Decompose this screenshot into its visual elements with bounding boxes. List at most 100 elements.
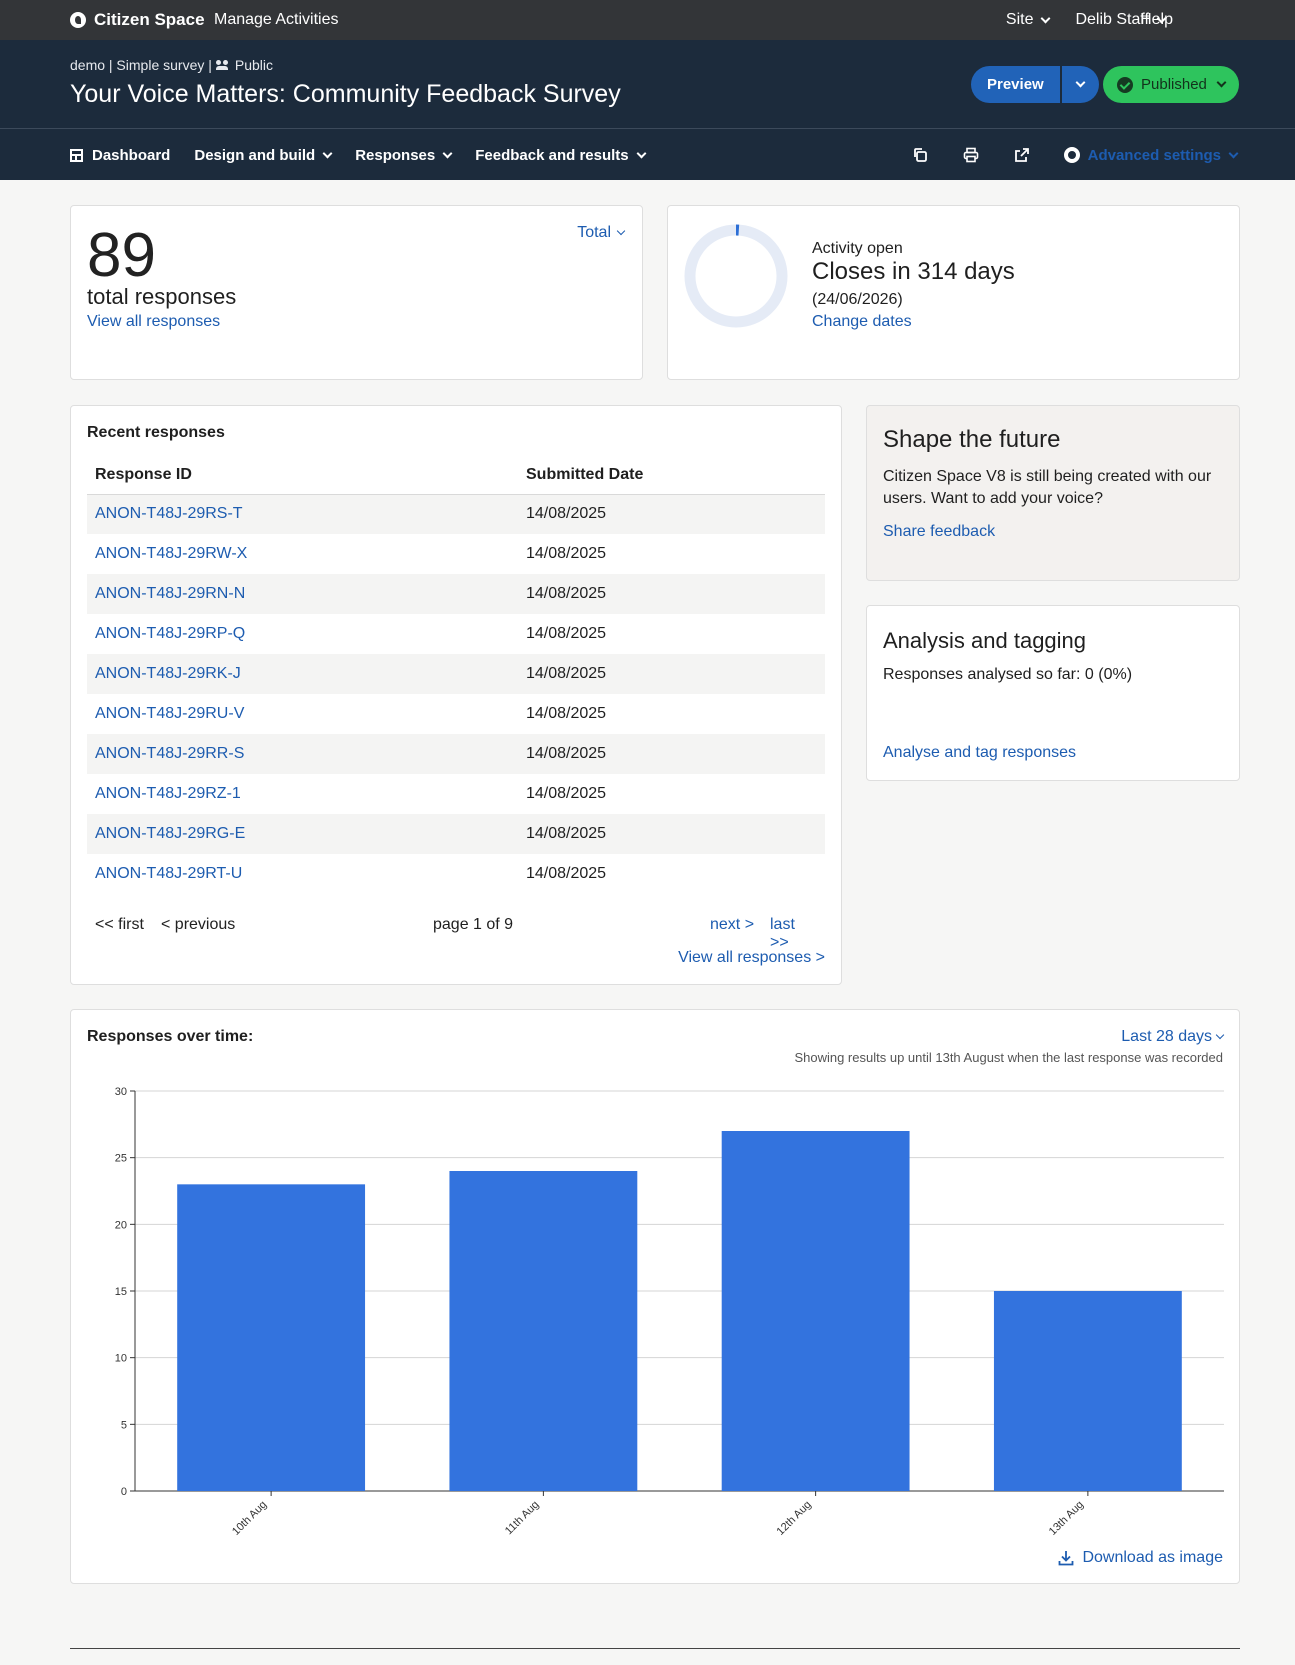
advanced-settings-menu[interactable]: Advanced settings (1063, 146, 1239, 164)
external-link-icon[interactable] (1014, 147, 1030, 163)
site-menu[interactable]: Site (1006, 11, 1051, 29)
chevron-down-icon (1216, 77, 1227, 88)
brand-logo[interactable]: Citizen Space (70, 0, 205, 40)
chart-note: Showing results up until 13th August whe… (794, 1050, 1223, 1065)
print-icon[interactable] (963, 147, 979, 163)
preview-button[interactable]: Preview (971, 66, 1060, 103)
close-date: (24/06/2026) (812, 291, 903, 308)
tab-feedback-label: Feedback and results (475, 146, 629, 164)
response-id-cell: ANON-T48J-29RU-V (87, 694, 518, 734)
y-tick-label: 5 (121, 1419, 127, 1431)
chevron-down-icon (616, 226, 626, 236)
advanced-settings-label: Advanced settings (1087, 146, 1221, 164)
submitted-date-cell: 14/08/2025 (526, 865, 607, 882)
page-title: Your Voice Matters: Community Feedback S… (70, 80, 621, 108)
table-row: ANON-T48J-29RN-N 14/08/2025 (87, 574, 825, 614)
response-id-link[interactable]: ANON-T48J-29RG-E (95, 825, 245, 842)
recent-responses-title: Recent responses (87, 424, 225, 441)
total-label: total responses (87, 284, 237, 309)
preview-dropdown-button[interactable] (1061, 66, 1099, 103)
table-row: ANON-T48J-29RP-Q 14/08/2025 (87, 614, 825, 654)
view-all-responses-link[interactable]: View all responses (87, 313, 220, 331)
bar (721, 1131, 910, 1491)
response-id-cell: ANON-T48J-29RZ-1 (87, 774, 518, 814)
response-id-link[interactable]: ANON-T48J-29RP-Q (95, 625, 245, 642)
column-header-response-id: Response ID (87, 456, 518, 495)
tab-responses-label: Responses (355, 146, 436, 164)
previous-page-link[interactable]: < previous (161, 916, 235, 934)
response-id-link[interactable]: ANON-T48J-29RT-U (95, 865, 242, 882)
analysis-card: Analysis and tagging Responses analysed … (866, 605, 1240, 781)
download-image-link[interactable]: Download as image (1058, 1549, 1223, 1567)
date-range-dropdown[interactable]: Last 28 days (1121, 1028, 1225, 1046)
change-dates-link[interactable]: Change dates (812, 313, 912, 331)
tab-feedback-and-results[interactable]: Feedback and results (475, 146, 647, 164)
responses-over-time-card: 0 5 10 15 20 25 30 10th Aug 11th Aug 12th Aug 13th… (70, 1009, 1240, 1584)
x-tick-label: 10th Aug (230, 1499, 269, 1538)
brand-name: Citizen Space (94, 10, 205, 29)
copy-icon[interactable] (912, 147, 928, 163)
table-row: ANON-T48J-29RK-J 14/08/2025 (87, 654, 825, 694)
x-tick-label: 13th Aug (1047, 1499, 1086, 1538)
manage-activities-link[interactable]: Manage Activities (214, 0, 339, 40)
response-id-cell: ANON-T48J-29RR-S (87, 734, 518, 774)
check-circle-icon (1117, 76, 1133, 93)
chevron-down-icon (1041, 13, 1051, 23)
response-id-cell: ANON-T48J-29RG-E (87, 814, 518, 854)
chevron-down-icon (1215, 1030, 1225, 1040)
chevron-down-icon (1075, 77, 1086, 88)
submitted-date-cell: 14/08/2025 (526, 705, 607, 722)
response-id-link[interactable]: ANON-T48J-29RZ-1 (95, 785, 241, 802)
bar (993, 1291, 1182, 1491)
column-header-submitted-date: Submitted Date (518, 456, 825, 495)
first-page-link[interactable]: << first (95, 916, 144, 934)
breadcrumb: demo | Simple survey | Public (70, 57, 273, 73)
gear-icon (1063, 147, 1080, 163)
total-filter-dropdown[interactable]: Total (577, 224, 626, 242)
responses-bar-chart: 0 5 10 15 20 25 30 10th Aug 11th Aug 12th Aug 13th… (115, 1086, 1224, 1538)
recent-responses-table: Response ID Submitted Date ANON-T48J-29R… (87, 456, 825, 894)
chevron-down-icon (1228, 148, 1239, 158)
breadcrumb-text: demo | Simple survey | (70, 57, 212, 73)
x-tick-label: 11th Aug (503, 1499, 542, 1538)
table-row: ANON-T48J-29RG-E 14/08/2025 (87, 814, 825, 854)
analysis-title: Analysis and tagging (883, 628, 1087, 653)
help-link[interactable]: Help (1140, 0, 1173, 40)
bar (177, 1184, 366, 1491)
submitted-date-cell: 14/08/2025 (518, 574, 825, 614)
view-all-responses-link[interactable]: View all responses > (678, 949, 825, 967)
response-id-cell: ANON-T48J-29RP-Q (87, 614, 518, 654)
table-header-row: Response ID Submitted Date (87, 456, 825, 495)
status-dropdown[interactable]: Published (1103, 66, 1239, 103)
table-row: ANON-T48J-29RW-X 14/08/2025 (87, 534, 825, 574)
total-responses-card: 89 total responses View all responses To… (70, 205, 643, 380)
tab-dashboard[interactable]: Dashboard (70, 147, 170, 164)
table-row: ANON-T48J-29RS-T 14/08/2025 (87, 494, 825, 534)
response-id-link[interactable]: ANON-T48J-29RR-S (95, 745, 244, 762)
activity-nav: Dashboard Design and build Responses Fee… (0, 128, 1295, 180)
tab-design-and-build[interactable]: Design and build (194, 146, 333, 164)
x-tick-label: 12th Aug (775, 1499, 814, 1538)
analysis-text: Responses analysed so far: 0 (0%) (883, 666, 1133, 683)
activity-header: demo | Simple survey | Public Your Voice… (0, 40, 1295, 128)
response-id-link[interactable]: ANON-T48J-29RS-T (95, 505, 243, 522)
download-label: Download as image (1082, 1549, 1223, 1566)
next-page-link[interactable]: next > (710, 916, 754, 934)
response-id-cell: ANON-T48J-29RK-J (87, 654, 518, 694)
response-id-link[interactable]: ANON-T48J-29RN-N (95, 585, 245, 602)
response-id-link[interactable]: ANON-T48J-29RK-J (95, 665, 241, 682)
tab-dashboard-label: Dashboard (92, 146, 171, 164)
response-id-cell: ANON-T48J-29RW-X (87, 534, 518, 574)
activity-progress-ring (684, 224, 788, 328)
share-feedback-link[interactable]: Share feedback (883, 523, 995, 541)
last-page-link[interactable]: last >> (770, 916, 817, 952)
analyse-and-tag-link[interactable]: Analyse and tag responses (883, 744, 1076, 762)
response-id-link[interactable]: ANON-T48J-29RW-X (95, 545, 247, 562)
user-menu-label: Delib Staff (1075, 11, 1149, 28)
response-id-link[interactable]: ANON-T48J-29RU-V (95, 705, 244, 722)
submitted-date-cell: 14/08/2025 (526, 625, 607, 642)
tab-design-label: Design and build (194, 146, 316, 164)
footer-divider (70, 1648, 1240, 1649)
closes-in: Closes in 314 days (812, 258, 1015, 285)
tab-responses[interactable]: Responses (355, 146, 453, 164)
